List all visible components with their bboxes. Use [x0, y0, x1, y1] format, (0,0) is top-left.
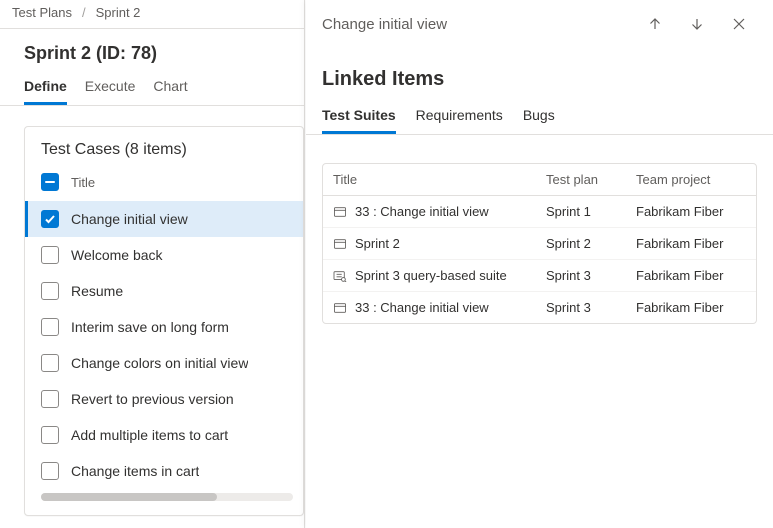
- list-item[interactable]: Change items in cart: [25, 453, 303, 489]
- test-case-list: Change initial view Welcome back Resume Int…: [25, 201, 303, 489]
- cell-plan: Sprint 3: [546, 268, 636, 283]
- linked-items-tabs: Test Suites Requirements Bugs: [306, 91, 773, 135]
- cell-plan: Sprint 2: [546, 236, 636, 251]
- list-item-title: Change colors on initial view: [71, 355, 248, 371]
- table-row[interactable]: Sprint 3 query-based suite Sprint 3Fabrik…: [323, 259, 756, 291]
- col-title[interactable]: Title: [333, 172, 546, 187]
- list-item[interactable]: Add multiple items to cart: [25, 417, 303, 453]
- col-test-plan[interactable]: Test plan: [546, 172, 636, 187]
- list-item[interactable]: Interim save on long form: [25, 309, 303, 345]
- cell-plan: Sprint 1: [546, 204, 636, 219]
- suite-title: Sprint 2: [355, 236, 400, 251]
- close-icon: [731, 16, 747, 32]
- tab-execute[interactable]: Execute: [85, 78, 136, 105]
- list-item-title: Change items in cart: [71, 463, 199, 479]
- test-cases-title: Test Cases (8 items): [25, 127, 303, 169]
- left-pane: Test Plans / Sprint 2 Sprint 2 (ID: 78) …: [0, 0, 305, 528]
- query-suite-icon: [333, 270, 347, 282]
- column-title[interactable]: Title: [71, 175, 95, 190]
- tab-bugs[interactable]: Bugs: [523, 107, 555, 134]
- list-item[interactable]: Welcome back: [25, 237, 303, 273]
- list-item-title: Resume: [71, 283, 123, 299]
- suite-title: 33 : Change initial view: [355, 300, 489, 315]
- breadcrumb: Test Plans / Sprint 2: [0, 0, 304, 29]
- arrow-up-icon: [647, 16, 663, 32]
- breadcrumb-current[interactable]: Sprint 2: [96, 5, 141, 20]
- cell-plan: Sprint 3: [546, 300, 636, 315]
- list-item-title: Change initial view: [71, 211, 188, 227]
- list-item[interactable]: Change colors on initial view: [25, 345, 303, 381]
- cell-title: 33 : Change initial view: [333, 300, 546, 315]
- cell-project: Fabrikam Fiber: [636, 236, 746, 251]
- page-title: Sprint 2 (ID: 78): [0, 29, 304, 64]
- tab-requirements[interactable]: Requirements: [416, 107, 503, 134]
- breadcrumb-separator: /: [82, 5, 86, 20]
- list-item-title: Welcome back: [71, 247, 163, 263]
- tab-define[interactable]: Define: [24, 78, 67, 105]
- checkbox[interactable]: [41, 318, 59, 336]
- list-item-title: Interim save on long form: [71, 319, 229, 335]
- checkbox[interactable]: [41, 390, 59, 408]
- horizontal-scrollbar[interactable]: [41, 493, 293, 501]
- checkbox[interactable]: [41, 246, 59, 264]
- list-item-title: Revert to previous version: [71, 391, 234, 407]
- table-row[interactable]: 33 : Change initial view Sprint 3Fabrikam…: [323, 291, 756, 323]
- panel-title: Change initial view: [322, 16, 631, 33]
- arrow-down-icon: [689, 16, 705, 32]
- cell-project: Fabrikam Fiber: [636, 268, 746, 283]
- close-button[interactable]: [721, 6, 757, 42]
- panel-header: Change initial view: [306, 0, 773, 42]
- suite-title: 33 : Change initial view: [355, 204, 489, 219]
- next-button[interactable]: [679, 6, 715, 42]
- tab-test-suites[interactable]: Test Suites: [322, 107, 396, 134]
- static-suite-icon: [333, 238, 347, 250]
- table-row[interactable]: Sprint 2Sprint 2Fabrikam Fiber: [323, 227, 756, 259]
- static-suite-icon: [333, 302, 347, 314]
- details-panel: Change initial view Linked Items Test Su…: [306, 0, 773, 528]
- list-item[interactable]: Revert to previous version: [25, 381, 303, 417]
- scrollbar-thumb[interactable]: [41, 493, 217, 501]
- cell-title: 33 : Change initial view: [333, 204, 546, 219]
- select-all-checkbox[interactable]: [41, 173, 59, 191]
- table-header: Title Test plan Team project: [323, 164, 756, 196]
- linked-suites-table: Title Test plan Team project 33 : Change…: [322, 163, 757, 324]
- suite-title: Sprint 3 query-based suite: [355, 268, 507, 283]
- checkbox[interactable]: [41, 426, 59, 444]
- test-cases-card: Test Cases (8 items) Title Change initia…: [24, 126, 304, 516]
- linked-suites-table-wrap: Title Test plan Team project 33 : Change…: [306, 135, 773, 324]
- cell-project: Fabrikam Fiber: [636, 204, 746, 219]
- prev-button[interactable]: [637, 6, 673, 42]
- linked-items-heading: Linked Items: [306, 42, 773, 91]
- checkbox[interactable]: [41, 462, 59, 480]
- checkbox[interactable]: [41, 282, 59, 300]
- cell-project: Fabrikam Fiber: [636, 300, 746, 315]
- list-item-title: Add multiple items to cart: [71, 427, 228, 443]
- static-suite-icon: [333, 206, 347, 218]
- breadcrumb-root[interactable]: Test Plans: [12, 5, 72, 20]
- cell-title: Sprint 2: [333, 236, 546, 251]
- checkbox[interactable]: [41, 210, 59, 228]
- cell-title: Sprint 3 query-based suite: [333, 268, 546, 283]
- test-cases-card-wrap: Test Cases (8 items) Title Change initia…: [0, 106, 304, 528]
- tab-chart[interactable]: Chart: [153, 78, 187, 105]
- checkbox[interactable]: [41, 354, 59, 372]
- table-row[interactable]: 33 : Change initial view Sprint 1Fabrikam…: [323, 196, 756, 227]
- main-tabs: Define Execute Chart: [0, 64, 304, 106]
- list-header: Title: [25, 169, 303, 201]
- list-item[interactable]: Resume: [25, 273, 303, 309]
- col-team-project[interactable]: Team project: [636, 172, 746, 187]
- list-item[interactable]: Change initial view: [25, 201, 303, 237]
